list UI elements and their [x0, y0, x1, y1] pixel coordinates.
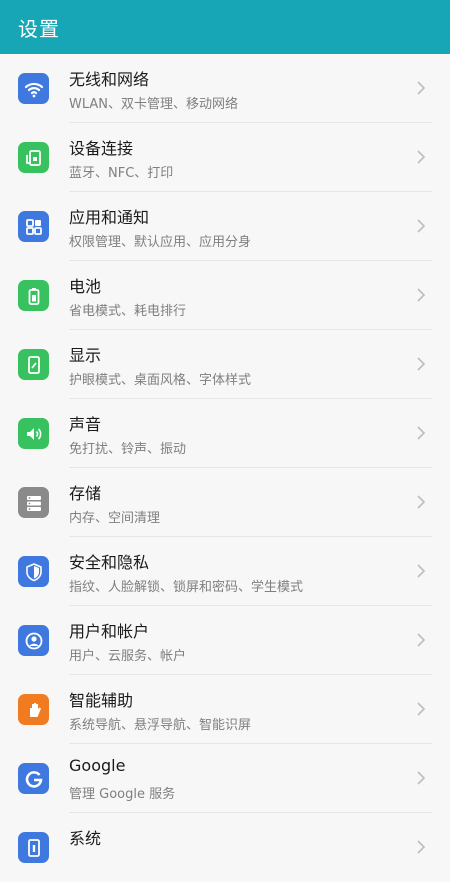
- system-icon: [18, 832, 49, 863]
- chevron-right-icon: [417, 150, 426, 164]
- speaker-icon: [18, 418, 49, 449]
- device-connection-icon: [18, 142, 49, 173]
- app-header: 设置: [0, 0, 450, 54]
- settings-item-label: 显示: [69, 346, 102, 365]
- settings-item-smart-assist[interactable]: 智能辅助 系统导航、悬浮导航、智能识屏: [0, 675, 450, 744]
- settings-item-label: 存储: [69, 484, 102, 503]
- chevron-right-icon: [417, 702, 426, 716]
- settings-item-label: 设备连接: [69, 139, 134, 158]
- settings-item-subtitle: 省电模式、耗电排行: [69, 304, 187, 319]
- display-icon: [18, 349, 49, 380]
- chevron-right-icon: [417, 426, 426, 440]
- settings-item-subtitle: WLAN、双卡管理、移动网络: [69, 97, 239, 112]
- settings-item-subtitle: 管理 Google 服务: [69, 787, 176, 802]
- settings-item-label: 应用和通知: [69, 208, 150, 227]
- wifi-icon: [18, 73, 49, 104]
- settings-list: 无线和网络 WLAN、双卡管理、移动网络 设备连接 蓝牙、NFC、打印 应用和通…: [0, 54, 450, 882]
- settings-item-wireless-network[interactable]: 无线和网络 WLAN、双卡管理、移动网络: [0, 54, 450, 123]
- chevron-right-icon: [417, 495, 426, 509]
- user-icon: [18, 625, 49, 656]
- settings-item-label: 声音: [69, 415, 102, 434]
- settings-item-label: 系统: [69, 829, 102, 848]
- settings-item-security-privacy[interactable]: 安全和隐私 指纹、人脸解锁、锁屏和密码、学生模式: [0, 537, 450, 606]
- settings-item-system[interactable]: 系统: [0, 813, 450, 882]
- chevron-right-icon: [417, 81, 426, 95]
- chevron-right-icon: [417, 771, 426, 785]
- settings-item-label: 用户和帐户: [69, 622, 150, 641]
- chevron-right-icon: [417, 564, 426, 578]
- settings-item-battery[interactable]: 电池 省电模式、耗电排行: [0, 261, 450, 330]
- settings-item-display[interactable]: 显示 护眼模式、桌面风格、字体样式: [0, 330, 450, 399]
- settings-item-subtitle: 指纹、人脸解锁、锁屏和密码、学生模式: [69, 580, 304, 595]
- settings-item-subtitle: 系统导航、悬浮导航、智能识屏: [69, 718, 252, 733]
- settings-item-apps-notifications[interactable]: 应用和通知 权限管理、默认应用、应用分身: [0, 192, 450, 261]
- settings-item-subtitle: 蓝牙、NFC、打印: [69, 166, 174, 181]
- battery-icon: [18, 280, 49, 311]
- settings-item-device-connection[interactable]: 设备连接 蓝牙、NFC、打印: [0, 123, 450, 192]
- settings-item-subtitle: 权限管理、默认应用、应用分身: [69, 235, 252, 250]
- chevron-right-icon: [417, 840, 426, 854]
- settings-item-label: Google: [69, 756, 126, 775]
- chevron-right-icon: [417, 357, 426, 371]
- settings-item-subtitle: 用户、云服务、帐户: [69, 649, 187, 664]
- google-icon: [18, 763, 49, 794]
- settings-item-users-accounts[interactable]: 用户和帐户 用户、云服务、帐户: [0, 606, 450, 675]
- settings-item-subtitle: 内存、空间清理: [69, 511, 161, 526]
- settings-item-google[interactable]: Google 管理 Google 服务: [0, 744, 450, 813]
- storage-icon: [18, 487, 49, 518]
- hand-icon: [18, 694, 49, 725]
- shield-icon: [18, 556, 49, 587]
- settings-item-label: 无线和网络: [69, 70, 150, 89]
- chevron-right-icon: [417, 633, 426, 647]
- settings-item-sound[interactable]: 声音 免打扰、铃声、振动: [0, 399, 450, 468]
- chevron-right-icon: [417, 219, 426, 233]
- settings-item-storage[interactable]: 存储 内存、空间清理: [0, 468, 450, 537]
- settings-item-label: 电池: [69, 277, 102, 296]
- settings-item-subtitle: 免打扰、铃声、振动: [69, 442, 187, 457]
- settings-item-label: 智能辅助: [69, 691, 134, 710]
- chevron-right-icon: [417, 288, 426, 302]
- settings-item-label: 安全和隐私: [69, 553, 150, 572]
- apps-icon: [18, 211, 49, 242]
- page-title: 设置: [18, 16, 60, 41]
- settings-item-subtitle: 护眼模式、桌面风格、字体样式: [69, 373, 252, 388]
